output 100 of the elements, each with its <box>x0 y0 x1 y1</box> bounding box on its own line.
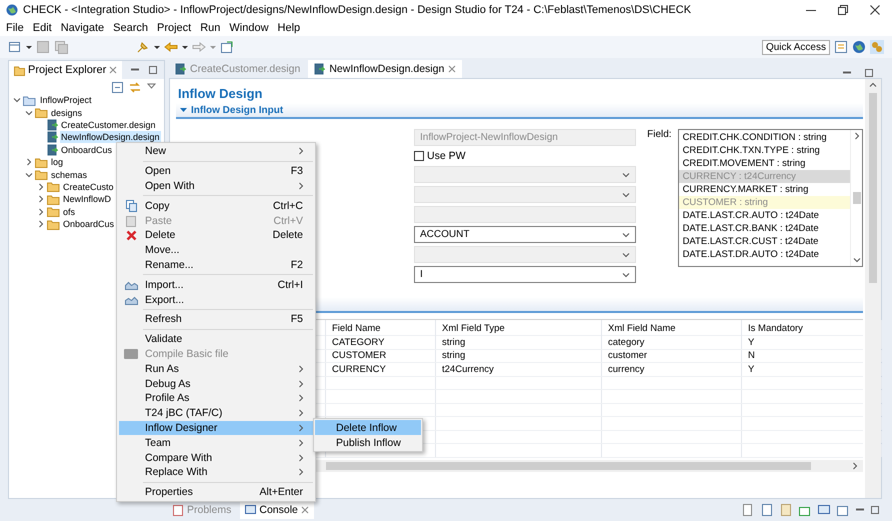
scroll-up-icon <box>852 132 860 140</box>
scrollbar-thumb[interactable] <box>852 192 860 204</box>
context-menu-item[interactable]: Export... <box>119 292 313 307</box>
context-menu-item[interactable]: Profile As <box>119 390 313 406</box>
context-menu-item[interactable]: New <box>119 144 313 159</box>
quick-access-field[interactable]: Quick Access <box>762 40 830 54</box>
tree-item[interactable]: schemas <box>50 168 88 181</box>
list-item[interactable]: CREDIT.CHK.TXN.TYPE : string <box>678 144 850 157</box>
collapse-all-icon[interactable] <box>112 82 123 93</box>
scroll-up-icon <box>869 81 877 89</box>
context-menu-item[interactable]: Team <box>119 435 313 450</box>
warning-list-icon <box>173 504 184 516</box>
export-icon <box>124 294 138 306</box>
globe-icon[interactable] <box>852 40 866 54</box>
maximize-icon[interactable] <box>148 65 158 75</box>
project-explorer-icon <box>14 64 25 76</box>
context-menu-item[interactable]: Import... Ctrl+I <box>119 277 313 292</box>
tree-item[interactable]: OnboardCus <box>60 144 114 156</box>
design-file-icon <box>175 63 186 75</box>
menu-item[interactable]: Edit <box>32 22 52 34</box>
context-menu-item[interactable]: Validate <box>119 332 313 347</box>
list-item[interactable]: CURRENCY.MARKET : string <box>678 183 850 196</box>
panel-title: Project Explorer <box>28 64 106 76</box>
menu-item[interactable]: Window <box>229 22 269 34</box>
tree-item[interactable]: CreateCustomer.design <box>60 118 157 131</box>
column-header[interactable]: Xml Field Name <box>602 320 742 336</box>
dropdown[interactable]: I <box>414 266 636 283</box>
tree-item[interactable]: designs <box>50 106 84 119</box>
open-perspective-icon[interactable] <box>834 40 848 54</box>
open-window-icon[interactable] <box>220 40 234 54</box>
editor-title: Inflow Design <box>177 84 264 103</box>
scrollbar-thumb[interactable] <box>869 93 877 283</box>
list-item[interactable]: CREDIT.CHK.CONDITION : string <box>678 131 850 144</box>
submenu-item[interactable]: Publish Inflow <box>315 435 421 450</box>
monitor-icon <box>245 504 256 516</box>
view-tab[interactable]: Console <box>240 501 314 519</box>
context-menu-item[interactable]: Move... <box>119 242 313 258</box>
panel-tab[interactable]: Project Explorer <box>9 61 122 79</box>
column-header[interactable]: Field Name <box>326 320 436 336</box>
tree-item[interactable]: CreateCusto <box>62 180 115 193</box>
list-item[interactable]: DATE.LAST.CR.BANK : t24Date <box>678 222 850 235</box>
menu-item[interactable]: Run <box>200 22 220 34</box>
tree-item[interactable]: log <box>50 156 64 168</box>
scrollbar-thumb[interactable] <box>326 462 811 470</box>
checkbox[interactable] <box>414 151 424 161</box>
close-icon[interactable] <box>870 5 880 15</box>
tree-item[interactable]: ofs <box>62 206 76 218</box>
column-header[interactable]: Xml Field Type <box>436 320 602 336</box>
context-menu-item[interactable]: Copy Ctrl+C <box>119 198 313 214</box>
clear-console-icon[interactable] <box>741 503 755 517</box>
dropdown[interactable]: ACCOUNT <box>414 226 636 243</box>
design-file-icon <box>47 144 58 156</box>
maximize-icon[interactable] <box>864 68 874 78</box>
context-menu-item[interactable]: Inflow Designer <box>119 420 313 436</box>
monitor-icon[interactable] <box>817 503 831 517</box>
folder-icon <box>47 206 60 218</box>
list-item[interactable]: DATE.LAST.DR.AUTO : t24Date <box>678 248 850 261</box>
caret-icon <box>622 250 630 258</box>
menu-item[interactable]: Search <box>113 22 148 34</box>
field-list[interactable] <box>678 129 863 267</box>
menu-item[interactable]: Project <box>156 22 192 34</box>
list-item[interactable]: CREDIT.MOVEMENT : string <box>678 157 850 170</box>
context-menu-item[interactable]: Refresh F5 <box>119 312 313 327</box>
context-menu-item[interactable]: Debug As <box>119 376 313 391</box>
checkbox-label: Use PW <box>427 150 466 162</box>
window-title: CHECK - <Integration Studio> - InflowProject/designs/NewInflowDesign.design - Design Studio for T24 - C:\Feblast\Temenos\DS\CHECK <box>23 4 692 16</box>
context-menu-item[interactable]: Replace With <box>119 464 313 480</box>
folder-icon <box>35 169 48 180</box>
context-menu-item[interactable]: Delete Delete <box>119 228 313 243</box>
maximize-icon[interactable] <box>870 503 880 517</box>
new-window-icon[interactable] <box>8 40 22 54</box>
tree-item[interactable]: NewInflowD <box>62 193 112 206</box>
scroll-right-icon <box>851 462 859 470</box>
table-cell: t24Currency <box>436 363 602 376</box>
context-menu-item[interactable]: Rename... F2 <box>119 258 313 272</box>
menu-item[interactable]: Help <box>278 22 300 34</box>
restore-icon[interactable] <box>838 5 848 15</box>
tree-item[interactable]: InflowProject <box>39 94 93 106</box>
context-menu-item[interactable]: Open F3 <box>119 164 313 179</box>
link-editor-icon[interactable] <box>129 82 141 93</box>
context-menu-item[interactable]: Compare With <box>119 450 313 465</box>
pin-console-icon[interactable] <box>779 503 793 517</box>
menu-item[interactable]: File <box>6 22 24 34</box>
tree-item[interactable]: NewInflowDesign.design <box>60 131 161 144</box>
list-item[interactable]: DATE.LAST.CR.CUST : t24Date <box>678 235 850 248</box>
folder-icon <box>35 107 48 118</box>
scroll-lock-icon[interactable] <box>760 503 774 517</box>
list-item[interactable]: DATE.LAST.CR.AUTO : t24Date <box>678 209 850 222</box>
editor-tab[interactable]: NewInflowDesign.design <box>308 60 462 78</box>
section-header[interactable]: Inflow Design Input <box>176 103 863 119</box>
context-menu-item[interactable]: Run As <box>119 361 313 376</box>
menu-item[interactable]: Navigate <box>60 22 104 34</box>
context-menu-item[interactable]: Open With <box>119 178 313 194</box>
save-all-icon[interactable] <box>54 40 68 54</box>
context-menu-item[interactable]: Properties Alt+Enter <box>119 484 313 500</box>
context-menu-item[interactable]: T24 jBC (TAF/C) <box>119 406 313 421</box>
tree-item[interactable]: OnboardCus <box>62 218 116 230</box>
new-console-icon[interactable] <box>836 503 850 517</box>
submenu-item[interactable]: Delete Inflow <box>315 420 421 435</box>
view-menu-icon[interactable] <box>147 82 156 90</box>
